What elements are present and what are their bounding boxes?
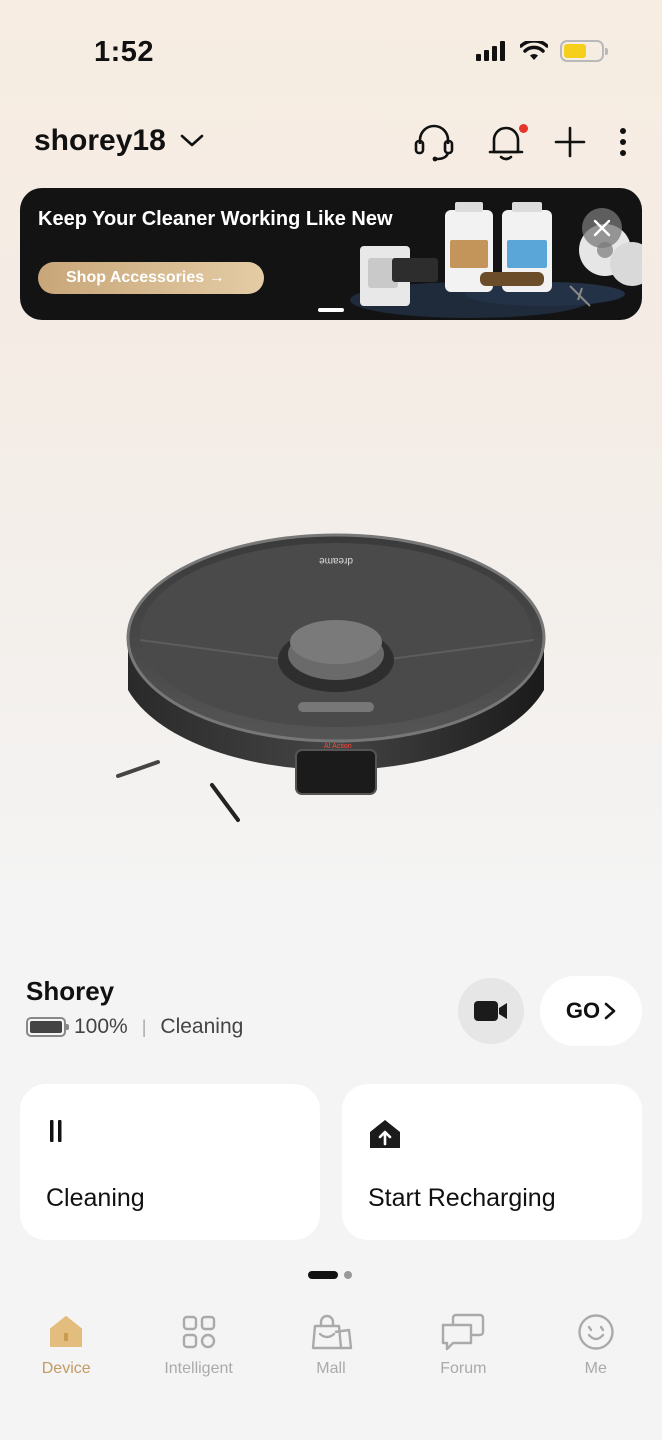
headset-icon xyxy=(414,124,454,162)
banner-page-indicator xyxy=(318,308,344,312)
tab-me-label: Me xyxy=(584,1360,607,1377)
wifi-icon xyxy=(520,41,548,60)
more-vertical-icon xyxy=(620,128,626,156)
video-monitor-button[interactable] xyxy=(458,978,524,1044)
close-icon xyxy=(593,219,611,237)
start-recharging-label: Start Recharging xyxy=(368,1184,556,1212)
header: shorey18 xyxy=(0,118,662,166)
tab-intelligent-label: Intelligent xyxy=(164,1360,233,1377)
banner-close-button[interactable] xyxy=(582,208,622,248)
chevron-down-icon xyxy=(180,134,204,147)
battery-percentage: 100% xyxy=(74,1015,128,1038)
pause-cleaning-card[interactable]: Cleaning xyxy=(20,1084,320,1240)
device-status-row: 100% | Cleaning xyxy=(26,1015,243,1039)
device-home-icon xyxy=(48,1310,84,1354)
pause-cleaning-label: Cleaning xyxy=(46,1184,145,1212)
status-icons xyxy=(476,40,608,62)
grid-icon xyxy=(181,1310,217,1354)
go-button[interactable]: GO xyxy=(540,976,642,1046)
account-name: shorey18 xyxy=(34,124,166,157)
more-menu-button[interactable] xyxy=(618,127,628,157)
tab-me[interactable]: Me xyxy=(530,1310,662,1400)
promo-banner[interactable]: Keep Your Cleaner Working Like New Shop … xyxy=(20,188,642,320)
header-actions xyxy=(412,122,628,162)
tab-device[interactable]: Device xyxy=(0,1310,132,1400)
cellular-signal-icon xyxy=(476,41,505,61)
account-switcher[interactable]: shorey18 xyxy=(34,124,204,158)
device-name: Shorey xyxy=(26,976,115,1006)
pause-icon xyxy=(46,1118,66,1149)
shop-accessories-button[interactable]: Shop Accessories → xyxy=(38,262,264,294)
status-separator: | xyxy=(141,1016,147,1037)
bottom-tab-bar: Device Intelligent Mall Forum Me xyxy=(0,1310,662,1400)
notifications-button[interactable] xyxy=(486,122,528,162)
svg-text:dreame: dreame xyxy=(319,555,353,566)
page-dot-active xyxy=(308,1271,338,1279)
customer-support-button[interactable] xyxy=(412,122,456,162)
recharge-home-icon xyxy=(368,1118,402,1155)
tab-forum-label: Forum xyxy=(440,1360,487,1377)
chevron-right-icon xyxy=(604,1002,616,1020)
tab-intelligent[interactable]: Intelligent xyxy=(132,1310,264,1400)
status-time: 1:52 xyxy=(94,36,155,68)
svg-text:AI Action: AI Action xyxy=(324,743,352,750)
notification-badge xyxy=(519,124,528,133)
go-label: GO xyxy=(565,998,601,1023)
chat-bubbles-icon xyxy=(441,1310,485,1354)
shopping-bag-icon xyxy=(309,1310,353,1354)
card-page-indicator xyxy=(308,1271,352,1279)
page-dot xyxy=(344,1271,352,1279)
accessories-product-image xyxy=(350,202,642,318)
robot-vacuum-image[interactable]: dreame AI Action xyxy=(110,530,560,830)
video-camera-icon xyxy=(474,1001,507,1021)
device-status-text: Cleaning xyxy=(160,1015,244,1038)
tab-mall-label: Mall xyxy=(316,1360,346,1377)
device-info: Shorey 100% | Cleaning xyxy=(26,976,243,1039)
tab-device-label: Device xyxy=(41,1360,91,1377)
plus-icon xyxy=(554,126,586,158)
tab-forum[interactable]: Forum xyxy=(397,1310,529,1400)
smiley-face-icon xyxy=(577,1310,615,1354)
status-bar: 1:52 xyxy=(0,0,662,100)
battery-status-icon xyxy=(560,40,608,62)
tab-mall[interactable]: Mall xyxy=(265,1310,397,1400)
add-device-button[interactable] xyxy=(552,126,588,158)
battery-icon xyxy=(26,1017,69,1037)
start-recharging-card[interactable]: Start Recharging xyxy=(342,1084,642,1240)
